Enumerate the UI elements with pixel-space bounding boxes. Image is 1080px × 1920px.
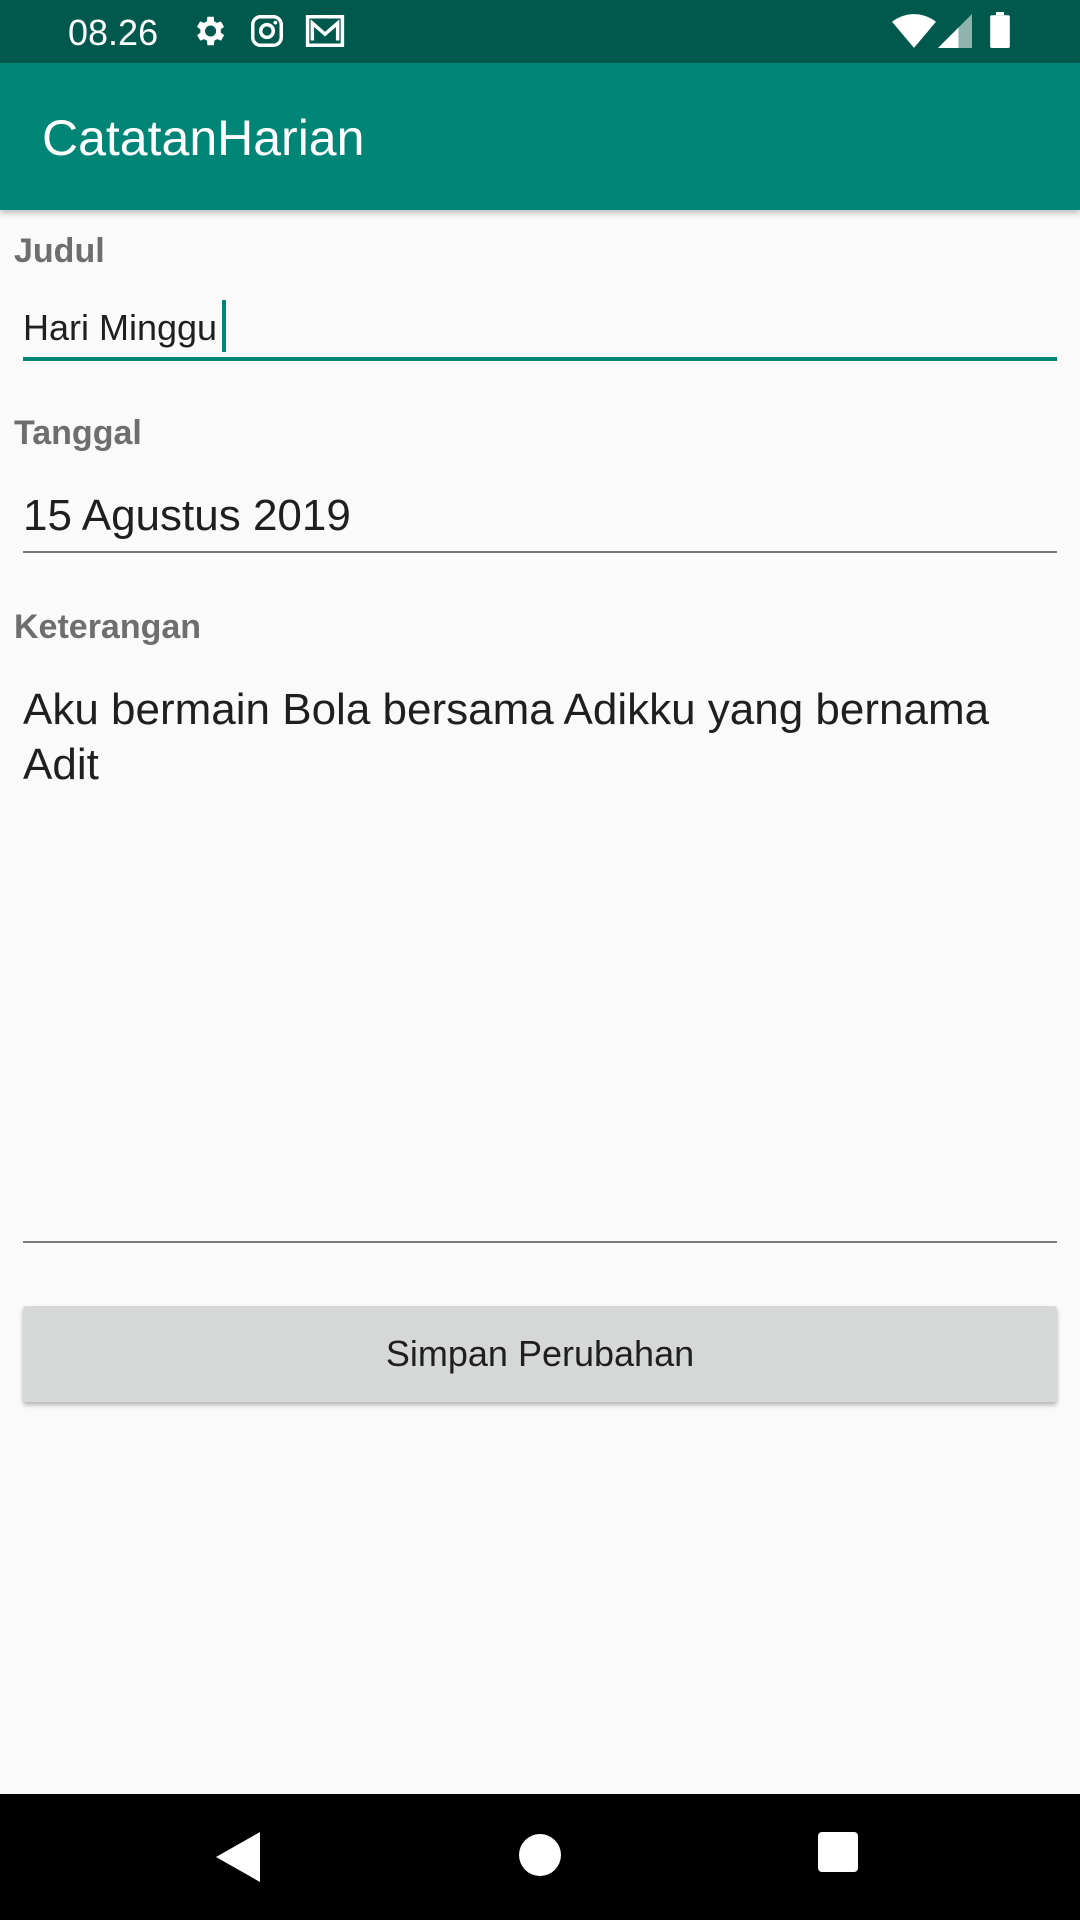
tanggal-input[interactable] <box>23 486 1057 546</box>
judul-input-underline <box>23 357 1057 361</box>
gmail-icon <box>304 12 346 55</box>
keterangan-textarea[interactable]: Aku bermain Bola bersama Adikku yang ber… <box>23 682 1057 1238</box>
gear-icon <box>190 12 228 55</box>
status-time: 08.26 <box>68 12 159 53</box>
navigation-bar <box>0 1794 1080 1920</box>
judul-input[interactable] <box>23 300 1057 356</box>
recents-icon[interactable] <box>818 1832 858 1877</box>
judul-label: Judul <box>14 232 105 270</box>
cellular-signal-icon <box>938 14 972 53</box>
keterangan-label: Keterangan <box>14 608 202 646</box>
app-title: CatatanHarian <box>42 110 365 166</box>
text-cursor <box>222 300 226 352</box>
wifi-icon <box>892 14 936 53</box>
battery-icon <box>990 12 1010 53</box>
home-icon[interactable] <box>519 1834 561 1881</box>
tanggal-label: Tanggal <box>14 414 142 452</box>
app-bar: CatatanHarian <box>0 63 1080 210</box>
back-icon[interactable] <box>216 1832 260 1887</box>
tanggal-input-underline <box>23 551 1057 553</box>
status-bar: 08.26 <box>0 0 1080 63</box>
instagram-icon <box>248 12 286 55</box>
save-changes-button-label: Simpan Perubahan <box>385 1333 695 1374</box>
keterangan-textarea-underline <box>23 1241 1057 1243</box>
save-changes-button[interactable]: Simpan Perubahan <box>23 1306 1057 1402</box>
